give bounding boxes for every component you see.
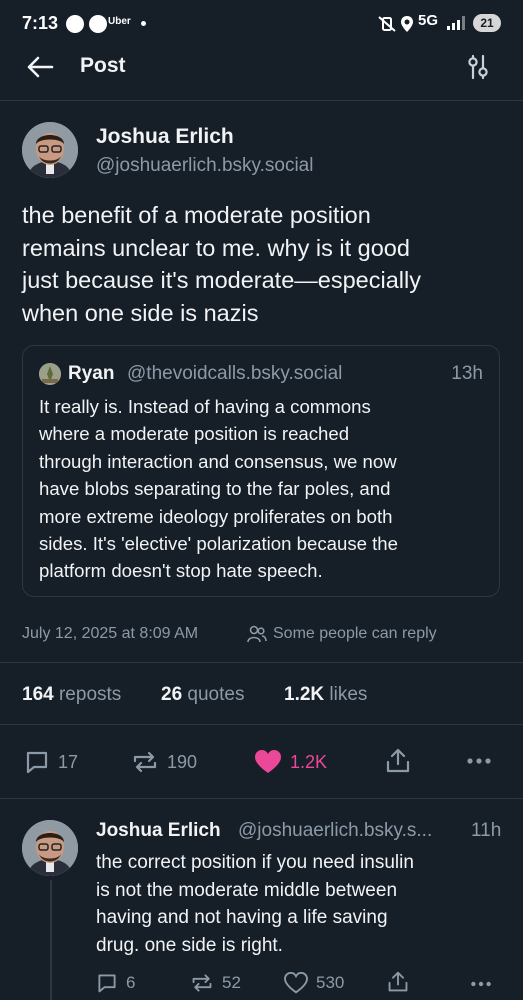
quote-timestamp: 13h [451, 363, 483, 384]
filter-settings-icon[interactable] [466, 54, 490, 80]
repost-icon [192, 974, 212, 992]
signal-icon [447, 16, 465, 30]
reply-text-line: having and not having a life saving [96, 907, 388, 928]
heart-filled-icon [255, 750, 281, 773]
uber-notification-label: Uber [108, 16, 131, 27]
back-arrow-icon[interactable] [26, 55, 54, 79]
reply-icon [26, 751, 48, 774]
post-divider [0, 798, 523, 799]
author-name[interactable]: Joshua Erlich [96, 125, 234, 149]
share-icon[interactable] [387, 970, 409, 994]
reposts-stat[interactable]: 164 reposts [22, 684, 121, 706]
stats-divider-bottom [0, 724, 523, 725]
reply-text-line: drug. one side is right. [96, 934, 283, 956]
repost-button[interactable]: 190 [131, 749, 197, 775]
quote-text-line: platform doesn't stop hate speech. [39, 560, 323, 582]
share-icon[interactable] [385, 747, 411, 775]
like-count: 1.2K [290, 751, 328, 772]
quoted-post-card[interactable]: Ryan @thevoidcalls.bsky.social 13h It re… [22, 345, 500, 597]
reply-author-name[interactable]: Joshua Erlich [96, 820, 221, 842]
chef-hat-notification-icon [89, 15, 107, 33]
likes-count: 1.2K [284, 684, 325, 705]
quote-text: It really is. Instead of having a common… [39, 393, 398, 585]
reposts-count: 164 [22, 684, 54, 705]
quotes-label: quotes [187, 684, 245, 705]
quotes-stat[interactable]: 26 quotes [161, 684, 244, 706]
more-notifications-dot-icon [141, 21, 146, 26]
reply-author-handle[interactable]: @joshuaerlich.bsky.s... [238, 820, 432, 842]
reply-like-count: 530 [316, 973, 345, 992]
header-divider [0, 100, 523, 101]
repost-count: 190 [167, 751, 198, 772]
reply-setting[interactable]: Some people can reply [273, 625, 437, 643]
page-title: Post [80, 54, 126, 77]
reply-text-line: is not the moderate middle between [96, 879, 398, 901]
app-notification-icon [66, 15, 84, 33]
location-icon [401, 16, 413, 32]
reply-icon [98, 974, 116, 993]
reply-text-line: the correct position if you need insulin [96, 852, 414, 873]
reply-count: 17 [58, 751, 79, 772]
likes-label: likes [329, 684, 368, 705]
quote-text-line: have blobs separating to the far poles, … [39, 478, 391, 500]
more-options-icon[interactable] [470, 980, 492, 988]
quote-text-line: more extreme ideology proliferates on bo… [39, 505, 393, 527]
status-bar: 7:13 Uber 5G 21 [0, 0, 523, 48]
thread-line [50, 880, 52, 1000]
quote-avatar [39, 363, 61, 385]
status-time: 7:13 [22, 13, 59, 33]
post-text-line: remains unclear to me. why is it good [22, 234, 410, 261]
network-type: 5G [418, 12, 439, 29]
reply-avatar[interactable] [22, 820, 78, 876]
quotes-count: 26 [161, 684, 183, 705]
reply-reply-count: 6 [126, 973, 136, 992]
quote-avatar-image [39, 363, 61, 385]
author-handle[interactable]: @joshuaerlich.bsky.social [96, 155, 313, 177]
people-icon [247, 625, 267, 643]
post-date: July 12, 2025 at 8:09 AM [22, 625, 199, 642]
more-options-icon[interactable] [466, 757, 492, 765]
quote-author-name: Ryan [68, 363, 115, 384]
reply-like-button[interactable]: 530 [284, 972, 344, 994]
post-text-line: when one side is nazis [22, 299, 259, 326]
quote-author-handle: @thevoidcalls.bsky.social [127, 363, 343, 384]
quote-text-line: It really is. Instead of having a common… [39, 396, 371, 417]
reply-text: the correct position if you need insulin… [96, 849, 414, 959]
reply-button[interactable]: 17 [24, 749, 78, 775]
reply-timestamp: 11h [471, 820, 502, 841]
heart-icon [284, 972, 308, 994]
avatar[interactable] [22, 122, 78, 178]
reply-avatar-image [22, 820, 78, 876]
post-text-line: just because it's moderate—especially [22, 267, 421, 293]
reply-repost-count: 52 [222, 973, 241, 992]
mute-vibrate-icon [378, 16, 396, 32]
reply-reply-button[interactable]: 6 [96, 972, 135, 994]
likes-stat[interactable]: 1.2K likes [284, 684, 367, 706]
battery-indicator: 21 [473, 14, 501, 32]
like-button[interactable]: 1.2K [254, 749, 327, 775]
quote-text-line: where a moderate position is reached [39, 423, 350, 445]
stats-divider-top [0, 662, 523, 663]
post-text: the benefit of a moderate position remai… [22, 199, 421, 329]
author-avatar-image [22, 122, 78, 178]
post-text-line: the benefit of a moderate position [22, 202, 371, 228]
quote-text-line: sides. It's 'elective' polarization beca… [39, 533, 398, 555]
repost-icon [133, 751, 157, 773]
reply-repost-button[interactable]: 52 [190, 972, 241, 994]
quote-text-line: through interaction and consensus, we no… [39, 450, 397, 472]
reposts-label: reposts [58, 684, 122, 705]
